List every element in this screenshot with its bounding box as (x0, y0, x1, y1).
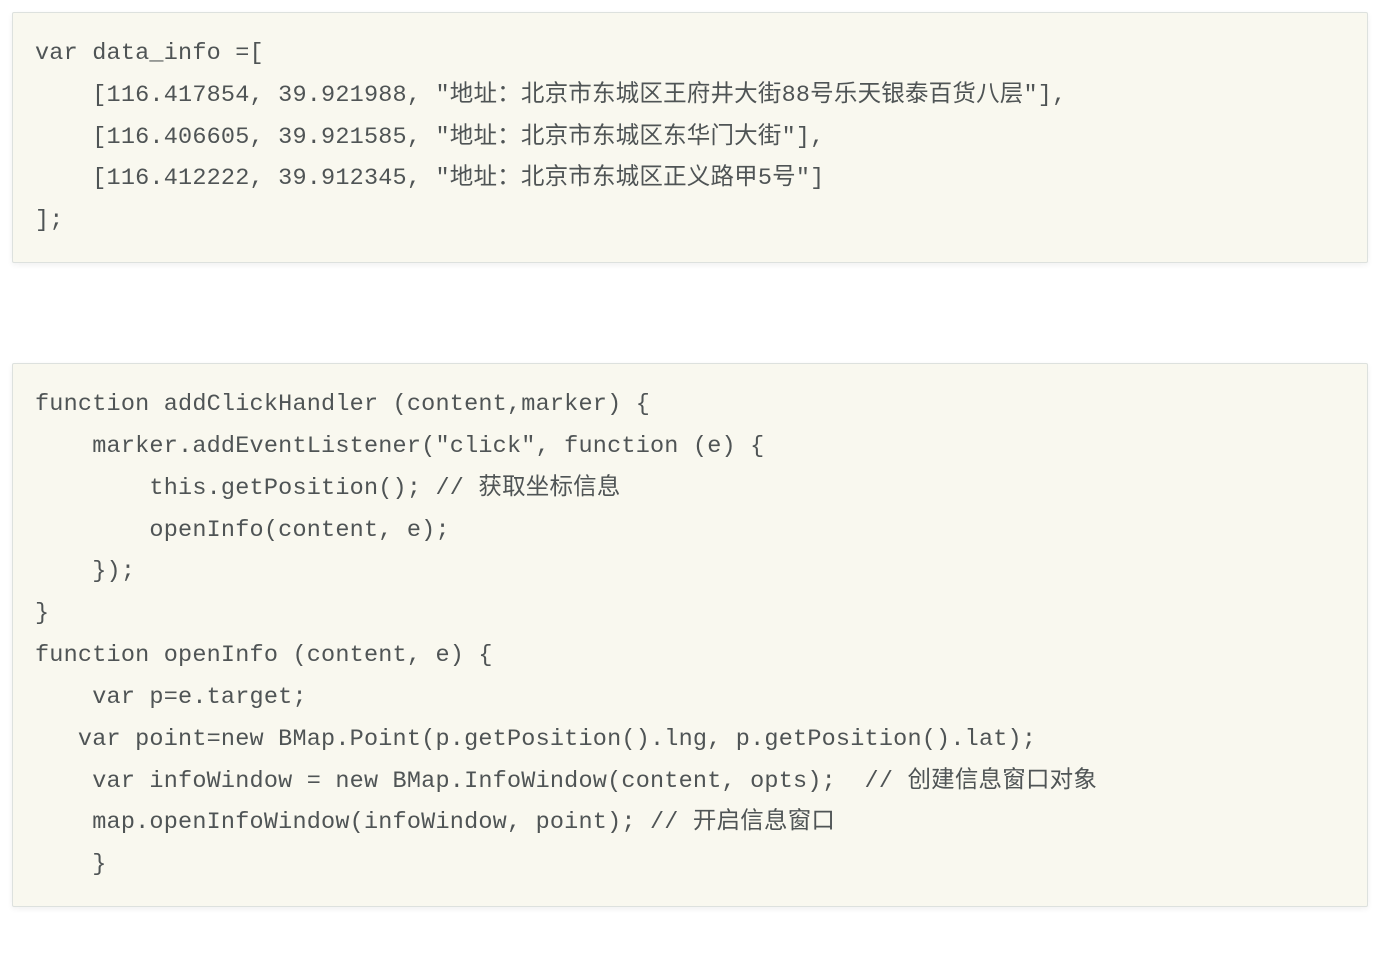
code-block-2: function addClickHandler (content,marker… (12, 363, 1368, 907)
code-block-1: var data_info =[ [116.417854, 39.921988,… (12, 12, 1368, 263)
